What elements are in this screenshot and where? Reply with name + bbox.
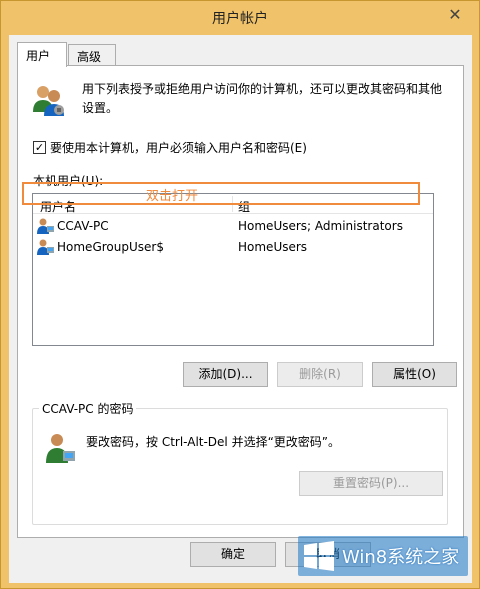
password-groupbox: CCAV-PC 的密码 要改密码，按 Ctrl-Alt-Del 并选择“更改密码… (32, 400, 448, 525)
reset-password-button[interactable]: 重置密码(P)... (299, 471, 443, 496)
listview-header: 用户名 组 (33, 194, 433, 214)
ok-button[interactable]: 确定 (190, 542, 276, 567)
column-separator[interactable] (232, 196, 233, 212)
password-group-legend: CCAV-PC 的密码 (39, 400, 137, 417)
title-bar[interactable]: 用户帐户 ✕ (1, 1, 479, 35)
properties-button[interactable]: 属性(O) (372, 362, 457, 387)
dialog-client-area: 用户 高级 用下列表授予或拒绝用户访问你的计算机，还可以更改其密码和其他设置。 … (9, 35, 472, 583)
users-listview[interactable]: 用户名 组 CCAV-PC HomeUsers; Administrators (32, 193, 434, 346)
users-tab-panel: 用下列表授予或拒绝用户访问你的计算机，还可以更改其密码和其他设置。 ✓ 要使用本… (17, 65, 464, 538)
password-instructions: 要改密码，按 Ctrl-Alt-Del 并选择“更改密码”。 (86, 435, 341, 449)
add-user-button[interactable]: 添加(D)... (183, 362, 268, 387)
users-icon (33, 86, 64, 116)
close-icon[interactable]: ✕ (445, 6, 465, 24)
column-header-group[interactable]: 组 (238, 198, 250, 215)
user-icon (37, 239, 54, 255)
user-group: HomeUsers; Administrators (238, 219, 403, 233)
require-login-checkbox[interactable]: ✓ (33, 140, 46, 154)
user-row-homegroupuser[interactable]: HomeGroupUser$ HomeUsers (33, 237, 433, 257)
watermark-text: Win8系统之家 (342, 547, 460, 568)
require-login-label: 要使用本计算机，用户必须输入用户名和密码(E) (50, 140, 307, 155)
user-name: HomeGroupUser$ (57, 240, 164, 254)
column-header-username[interactable]: 用户名 (40, 198, 76, 215)
user-icon (37, 218, 54, 234)
intro-text: 用下列表授予或拒绝用户访问你的计算机，还可以更改其密码和其他设置。 (82, 82, 443, 115)
tab-advanced[interactable]: 高级 (68, 44, 116, 66)
double-click-annotation: 双击打开 (146, 189, 199, 204)
user-password-icon (46, 434, 75, 463)
remove-user-button[interactable]: 删除(R) (277, 362, 363, 387)
windows-logo-icon (304, 541, 334, 571)
watermark: Win8系统之家 (298, 536, 468, 576)
user-group: HomeUsers (238, 240, 308, 254)
user-accounts-window: 用户帐户 ✕ 用户 高级 用下列表授予或拒绝用户访问你的计算机，还可以更改其密码… (0, 0, 480, 589)
tab-users[interactable]: 用户 (17, 42, 67, 67)
require-login-row[interactable]: ✓ 要使用本计算机，用户必须输入用户名和密码(E) (33, 139, 307, 155)
local-users-label: 本机用户(U): (33, 174, 104, 188)
user-name: CCAV-PC (57, 219, 109, 233)
user-row-ccav-pc[interactable]: CCAV-PC HomeUsers; Administrators (33, 216, 433, 236)
window-title: 用户帐户 (212, 11, 268, 27)
